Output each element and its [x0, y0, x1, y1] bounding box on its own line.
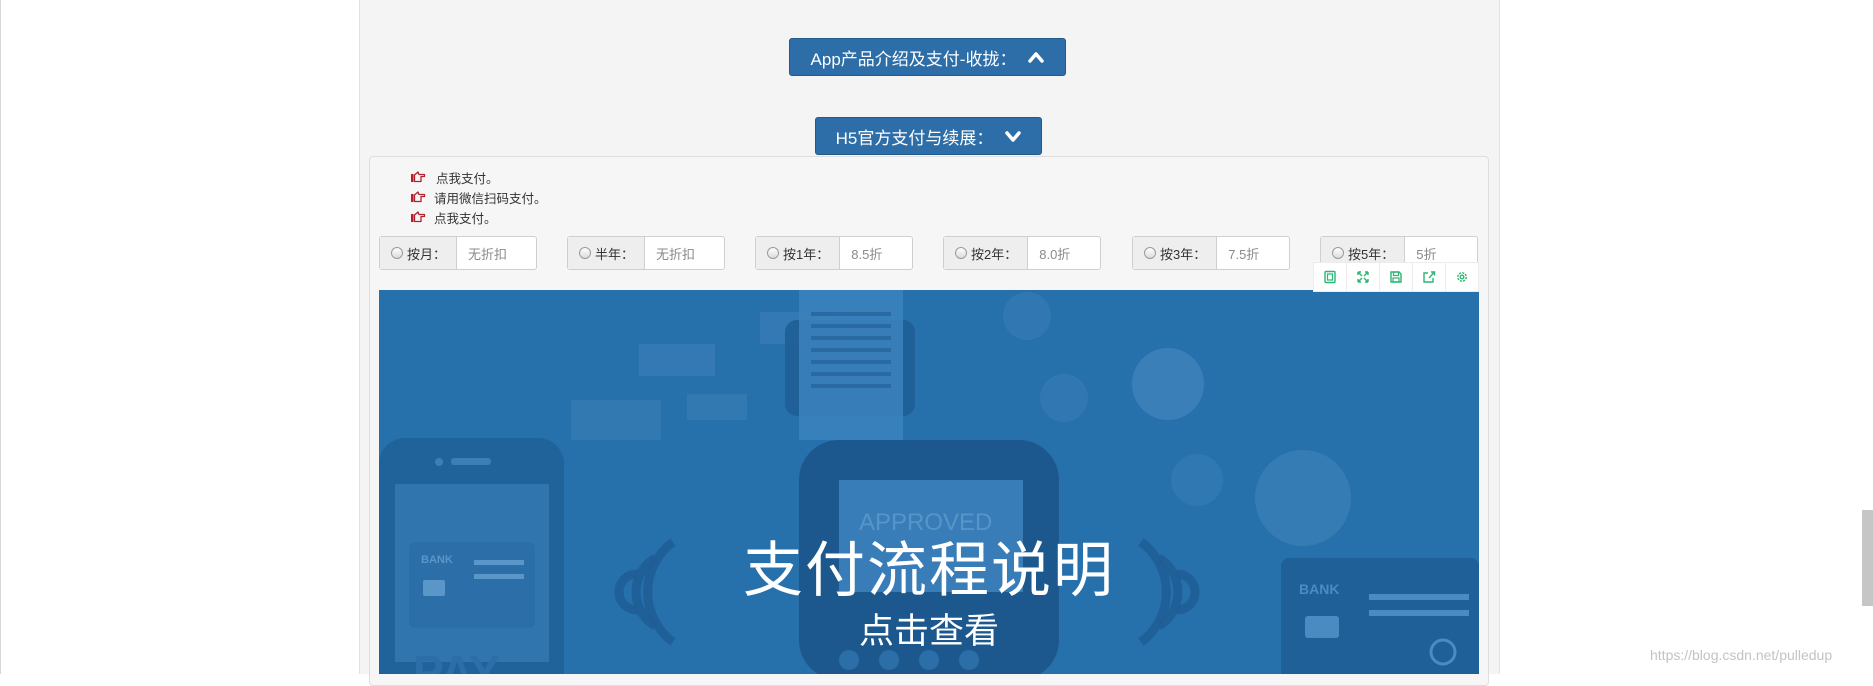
plan-discount: 7.5折	[1228, 246, 1260, 262]
image-toolbar	[1313, 262, 1479, 292]
plan-label[interactable]: 半年：	[568, 237, 646, 269]
plan-label[interactable]: 按2年：	[944, 237, 1029, 269]
banner-subtitle[interactable]: 点击查看	[379, 603, 1479, 654]
h5-pay-button-label: H5官方支付与续展：	[835, 128, 994, 148]
tip-text: 请用微信扫码支付。	[434, 191, 547, 206]
app-intro-button-label: App产品介绍及支付-收拢：	[810, 49, 1017, 69]
radio-button[interactable]	[391, 247, 403, 259]
share-icon	[1423, 271, 1436, 283]
plan-option-1year[interactable]: 按1年： 8.5折	[755, 236, 913, 270]
plan-option-halfyear[interactable]: 半年： 无折扣	[567, 236, 725, 270]
plan-label-text: 按月：	[407, 246, 447, 262]
plan-label[interactable]: 按3年：	[1133, 237, 1218, 269]
plan-option-monthly[interactable]: 按月： 无折扣	[379, 236, 537, 270]
plan-option-2year[interactable]: 按2年： 8.0折	[943, 236, 1101, 270]
fullscreen-icon	[1357, 271, 1369, 283]
plan-discount: 无折扣	[468, 246, 508, 262]
toolbar-settings-button[interactable]	[1445, 263, 1478, 291]
toolbar-save-button[interactable]	[1379, 263, 1412, 291]
plan-option-3year[interactable]: 按3年： 7.5折	[1132, 236, 1290, 270]
radio-button[interactable]	[1144, 247, 1156, 259]
plan-discount: 8.5折	[851, 246, 883, 262]
pointing-hand-icon	[411, 211, 426, 223]
plan-discount: 无折扣	[656, 246, 696, 262]
tips-list: 点我支付。 请用微信扫码支付。 点我支付。	[410, 167, 547, 227]
chevron-down-icon	[1005, 131, 1022, 142]
radio-button[interactable]	[1332, 247, 1344, 259]
page-scrollbar-thumb[interactable]	[1862, 510, 1873, 606]
toolbar-fullscreen-button[interactable]	[1346, 263, 1379, 291]
app-intro-collapse-button[interactable]: App产品介绍及支付-收拢：	[789, 38, 1066, 76]
banner-title: 支付流程说明	[743, 537, 1115, 604]
toolbar-copy-button[interactable]	[1314, 263, 1346, 291]
save-icon	[1390, 271, 1402, 283]
watermark-text: https://blog.csdn.net/pulledup	[1650, 647, 1833, 663]
payment-flow-banner[interactable]: BANK PAY APPROVED BANK 支付流程说明 点击查看	[379, 290, 1479, 674]
h5-pay-expand-button[interactable]: H5官方支付与续展：	[815, 117, 1042, 155]
radio-button[interactable]	[579, 247, 591, 259]
plan-label[interactable]: 按1年：	[756, 237, 841, 269]
plan-label-text: 按5年：	[1348, 246, 1395, 262]
tip-item[interactable]: 点我支付。	[410, 207, 547, 227]
pointing-hand-icon	[411, 171, 426, 183]
tip-item[interactable]: 请用微信扫码支付。	[410, 187, 547, 207]
radio-button[interactable]	[767, 247, 779, 259]
copy-icon	[1324, 270, 1336, 284]
plan-label-text: 按1年：	[783, 246, 830, 262]
plan-label-text: 按3年：	[1160, 246, 1207, 262]
chevron-up-icon	[1028, 52, 1045, 63]
plan-discount: 8.0折	[1039, 246, 1071, 262]
tip-item[interactable]: 点我支付。	[410, 167, 547, 187]
radio-button[interactable]	[955, 247, 967, 259]
pointing-hand-icon	[411, 191, 426, 203]
window-left-edge	[0, 0, 1, 674]
plan-label-text: 按2年：	[971, 246, 1018, 262]
plan-label[interactable]: 按月：	[380, 237, 458, 269]
toolbar-share-button[interactable]	[1412, 263, 1445, 291]
tip-text: 点我支付。	[436, 171, 499, 186]
settings-icon	[1457, 272, 1467, 282]
tip-text: 点我支付。	[434, 211, 497, 226]
plan-label-text: 半年：	[595, 246, 635, 262]
